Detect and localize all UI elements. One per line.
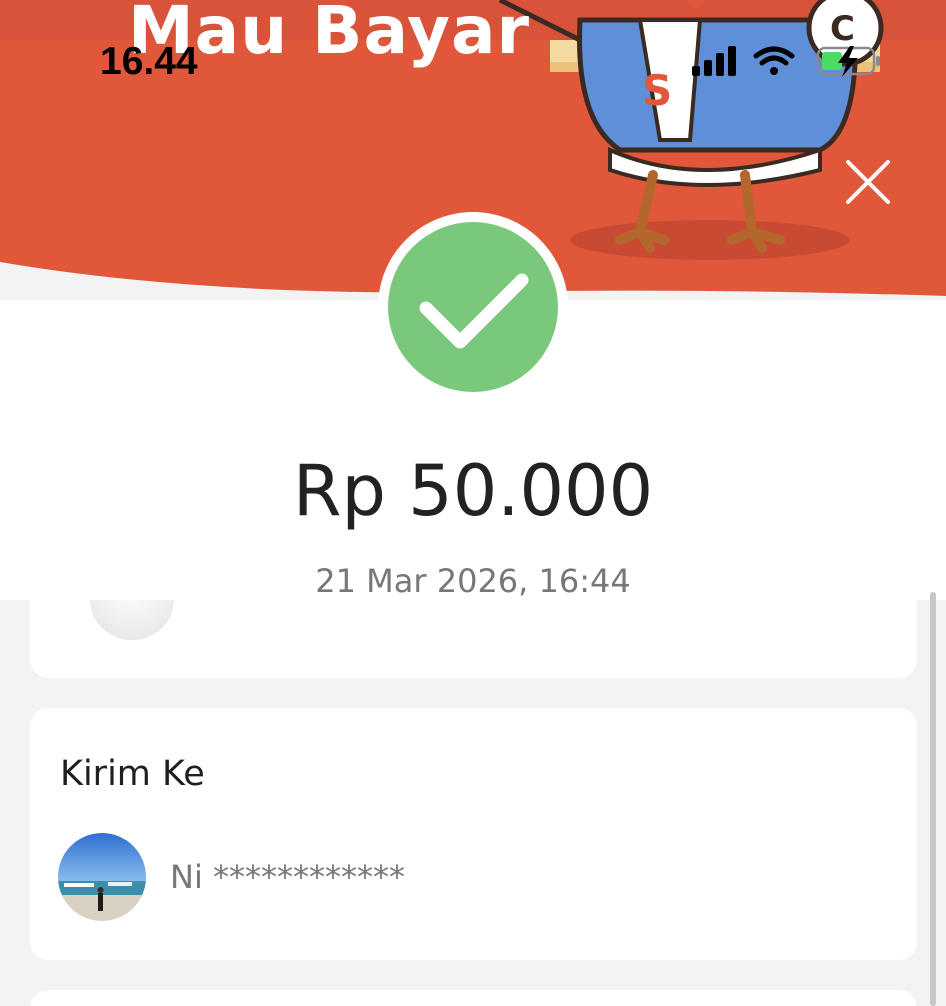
signal-icon (692, 46, 736, 76)
success-badge (378, 212, 568, 402)
payment-amount: Rp 50.000 (292, 450, 654, 532)
next-card (30, 990, 917, 1006)
recipient-card-title: Kirim Ke (60, 754, 205, 794)
svg-text:S: S (642, 66, 672, 115)
success-circle (388, 222, 558, 392)
recipient-avatar[interactable] (58, 833, 146, 921)
status-time: 16.44 (100, 40, 198, 83)
merchant-avatar (90, 600, 174, 640)
check-icon (419, 273, 529, 349)
details-card (30, 600, 917, 678)
battery-charging-icon (816, 46, 880, 77)
beach-photo (58, 833, 146, 921)
svg-text:C: C (830, 9, 855, 49)
payment-datetime: 21 Mar 2026, 16:44 (315, 562, 631, 600)
recipient-card: Kirim Ke Ni ************ (30, 708, 917, 960)
wifi-icon (753, 46, 795, 75)
recipient-name: Ni ************ (170, 858, 405, 896)
scrollbar[interactable] (930, 592, 936, 1006)
close-button[interactable] (842, 156, 894, 208)
status-icons (690, 44, 890, 82)
close-icon (846, 160, 890, 204)
